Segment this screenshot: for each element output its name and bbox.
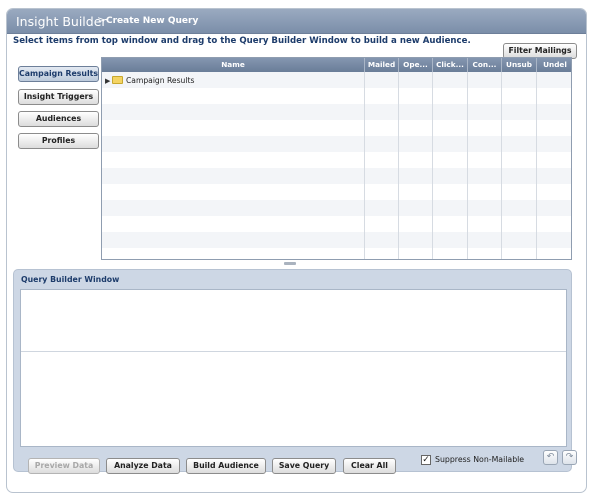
splitter-handle[interactable]: [284, 262, 296, 265]
save-query-button[interactable]: Save Query: [272, 458, 336, 474]
preview-data-button[interactable]: Preview Data: [28, 458, 100, 474]
suppress-non-mailable-label: Suppress Non-Mailable: [435, 455, 525, 464]
column-divider: [467, 72, 468, 259]
column-header-name[interactable]: Name: [102, 58, 365, 72]
tree-item-campaign-results[interactable]: ▶ Campaign Results: [105, 75, 194, 87]
column-header-unsub[interactable]: Unsub: [502, 58, 537, 72]
column-header-opened[interactable]: Ope...: [399, 58, 433, 72]
query-builder-canvas[interactable]: [21, 290, 566, 352]
column-header-mailed[interactable]: Mailed: [365, 58, 399, 72]
undo-icon[interactable]: ↶: [543, 450, 558, 465]
build-audience-button[interactable]: Build Audience: [186, 458, 266, 474]
column-divider: [364, 72, 365, 259]
folder-icon: [112, 76, 123, 84]
suppress-non-mailable-checkbox[interactable]: ✓: [421, 455, 431, 465]
query-builder-panel: Query Builder Window: [13, 269, 572, 472]
column-header-clicked[interactable]: Click...: [433, 58, 468, 72]
column-divider: [501, 72, 502, 259]
breadcrumb: Create New Query: [106, 16, 199, 26]
app-title: Insight Builder: [16, 14, 107, 29]
column-header-undel[interactable]: Undel: [537, 58, 571, 72]
grid-header: Name Mailed Ope... Click... Con... Unsub…: [102, 58, 571, 72]
title-bar: Insight Builder > Create New Query: [7, 9, 586, 34]
sidebar-item-insight-triggers[interactable]: Insight Triggers: [18, 89, 99, 105]
instruction-text: Select items from top window and drag to…: [13, 36, 471, 46]
clear-all-button[interactable]: Clear All: [343, 458, 396, 474]
campaign-results-grid: Name Mailed Ope... Click... Con... Unsub…: [101, 57, 572, 260]
redo-icon[interactable]: ↷: [562, 450, 577, 465]
query-builder-title: Query Builder Window: [21, 275, 120, 284]
column-divider: [536, 72, 537, 259]
column-divider: [432, 72, 433, 259]
column-divider: [398, 72, 399, 259]
analyze-data-button[interactable]: Analyze Data: [106, 458, 180, 474]
triangle-right-icon[interactable]: ▶: [105, 75, 112, 87]
breadcrumb-separator: >: [97, 15, 106, 26]
column-header-converted[interactable]: Con...: [468, 58, 502, 72]
sidebar-item-profiles[interactable]: Profiles: [18, 133, 99, 149]
tree-item-label: Campaign Results: [126, 76, 195, 85]
sidebar-item-campaign-results[interactable]: Campaign Results: [18, 66, 99, 82]
sidebar-item-audiences[interactable]: Audiences: [18, 111, 99, 127]
query-builder-drop-area[interactable]: [20, 289, 567, 447]
